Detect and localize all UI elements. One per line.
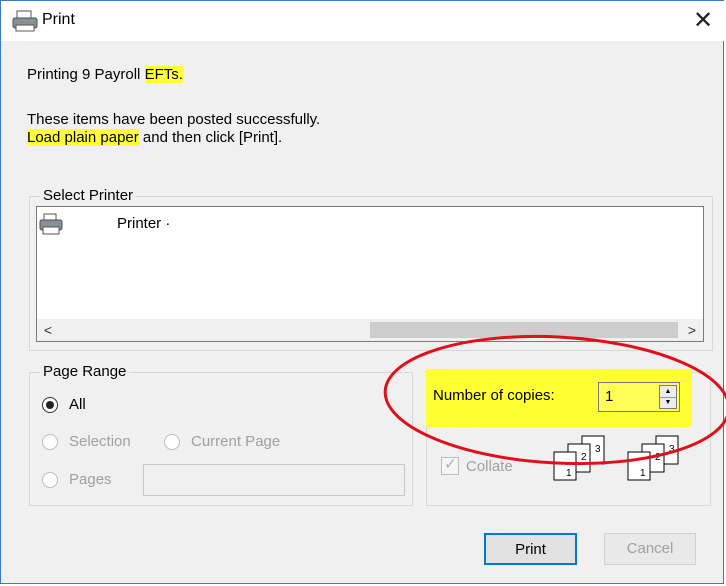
printing-message-text: Printing 9 Payroll	[27, 66, 145, 83]
pages-radio[interactable]	[42, 472, 58, 488]
current-page-radio-label[interactable]: Current Page	[191, 433, 280, 450]
spinner-buttons[interactable]: ▲ ▼	[659, 385, 677, 409]
collate-checkbox[interactable]: ✓	[441, 456, 459, 475]
collated-pages-icon: 3 2 1	[553, 435, 605, 481]
printer-icon	[39, 213, 63, 235]
all-radio-label[interactable]: All	[69, 396, 86, 413]
load-paper-text: and then click [Print].	[138, 129, 283, 146]
load-paper-message: Load plain paper and then click [Print].	[27, 129, 282, 146]
checkmark-icon: ✓	[444, 456, 457, 473]
collate-label[interactable]: Collate	[466, 458, 513, 475]
spin-down-icon[interactable]: ▼	[660, 397, 676, 408]
printer-name: Printer ·	[117, 215, 171, 232]
scroll-right-arrow[interactable]: >	[681, 319, 703, 341]
selection-radio[interactable]	[42, 434, 58, 450]
horizontal-scrollbar[interactable]: < >	[37, 319, 703, 341]
load-paper-highlight: Load plain paper	[27, 129, 139, 146]
all-radio[interactable]	[42, 397, 58, 413]
svg-text:2: 2	[655, 452, 661, 463]
pages-input[interactable]	[143, 464, 405, 496]
svg-text:3: 3	[595, 444, 601, 455]
page-range-legend: Page Range	[40, 363, 130, 380]
print-dialog: Print ✕ Printing 9 Payroll EFTs. These i…	[0, 0, 725, 584]
current-page-radio[interactable]	[164, 434, 180, 450]
print-button[interactable]: Print	[484, 533, 577, 565]
svg-text:2: 2	[581, 452, 587, 463]
scrollbar-thumb[interactable]	[370, 322, 678, 338]
svg-text:1: 1	[566, 468, 572, 479]
pages-radio-label[interactable]: Pages	[69, 471, 112, 488]
window-title: Print	[42, 11, 75, 28]
printer-list[interactable]: Printer · < >	[36, 206, 704, 342]
cancel-button[interactable]: Cancel	[604, 533, 696, 565]
collated-pages-icon: 3 2 1	[627, 435, 679, 481]
selection-radio-label[interactable]: Selection	[69, 433, 131, 450]
close-button[interactable]: ✕	[687, 5, 719, 37]
radio-selected-dot	[46, 401, 54, 409]
printer-icon	[12, 10, 38, 32]
svg-text:3: 3	[669, 444, 675, 455]
select-printer-legend: Select Printer	[40, 187, 137, 204]
posted-message: These items have been posted successfull…	[27, 111, 321, 128]
printing-message: Printing 9 Payroll EFTs.	[27, 66, 183, 83]
printing-message-highlight: EFTs.	[144, 66, 183, 83]
copies-label: Number of copies:	[433, 387, 555, 404]
printer-list-item[interactable]: Printer ·	[37, 209, 697, 237]
svg-text:1: 1	[640, 468, 646, 479]
title-bar: Print ✕	[1, 1, 725, 41]
scroll-left-arrow[interactable]: <	[37, 319, 59, 341]
copies-spinner[interactable]: 1 ▲ ▼	[598, 382, 680, 412]
copies-value[interactable]: 1	[605, 388, 613, 405]
